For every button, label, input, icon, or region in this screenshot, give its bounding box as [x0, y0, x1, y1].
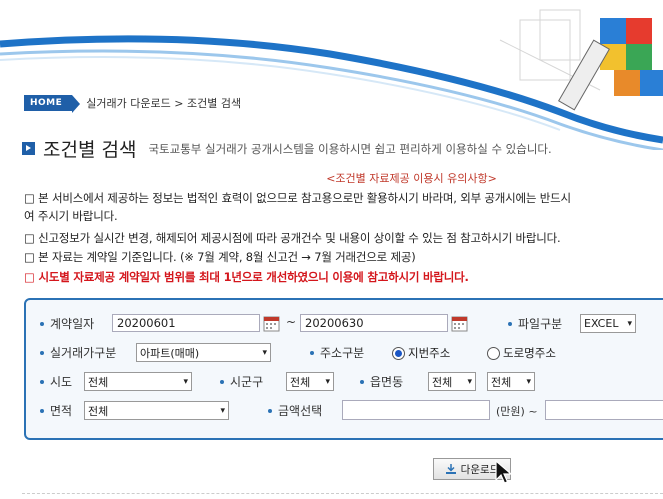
file-type-select[interactable]: EXCEL ▾: [580, 314, 636, 333]
eupmyeondong-label: 읍면동: [360, 373, 403, 390]
bullet-icon: [40, 321, 44, 326]
bullet-icon: [40, 350, 44, 355]
bullet-icon: [360, 379, 364, 384]
notice-heading: <조건별 자료제공 이용시 유의사항>: [326, 172, 497, 185]
download-label: 다운로드: [460, 463, 500, 476]
bullet-icon: [40, 379, 44, 384]
breadcrumb-path: 실거래가 다운로드 > 조건별 검색: [86, 97, 242, 110]
eupmyeondong-select[interactable]: 전체 ▾: [428, 372, 476, 391]
bullet-icon: [40, 408, 44, 413]
chevron-down-icon: ▾: [183, 376, 188, 387]
notice-line-2: 여 주시기 바랍니다.: [24, 209, 118, 223]
sigungu-select[interactable]: 전체 ▾: [286, 372, 334, 391]
area-select[interactable]: 전체 ▾: [84, 401, 229, 420]
area-label: 면적: [40, 402, 72, 419]
chevron-down-icon: ▾: [526, 376, 531, 387]
sido-label: 시도: [40, 373, 72, 390]
download-icon: [445, 464, 456, 474]
radio-checked-icon: [392, 346, 405, 360]
sigungu-label: 시군구: [220, 373, 263, 390]
chevron-down-icon: ▾: [467, 376, 472, 387]
amount-from-input[interactable]: [342, 400, 490, 420]
amount-unit: (만원) ~: [496, 405, 538, 418]
price-type-label: 실거래가구분: [40, 344, 116, 361]
file-type-label: 파일구분: [508, 315, 562, 332]
title-arrow-icon: [22, 142, 35, 155]
radio-unchecked-icon: [487, 346, 500, 360]
chevron-down-icon: ▾: [627, 318, 632, 329]
bullet-icon: [508, 321, 512, 326]
notice-line-4: □ 본 자료는 계약일 기준입니다. (※ 7월 계약, 8월 신고건 → 7월…: [24, 250, 416, 264]
cursor-arrow-icon: [495, 460, 513, 484]
title-row: 조건별 검색 국토교통부 실거래가 공개시스템을 이용하시면 쉽고 편리하게 이…: [22, 135, 552, 162]
price-type-select[interactable]: 아파트(매매) ▾: [136, 343, 271, 362]
home-link[interactable]: HOME: [24, 95, 81, 113]
radio-jibun-address[interactable]: 지번주소: [392, 345, 450, 361]
breadcrumb: HOME 실거래가 다운로드 > 조건별 검색: [24, 95, 242, 113]
address-type-label: 주소구분: [310, 344, 364, 361]
amount-to-input[interactable]: [545, 400, 663, 420]
date-to-input[interactable]: 20200630: [300, 314, 448, 332]
amount-label: 금액선택: [268, 402, 322, 419]
notice-line-5: □ 시도별 자료제공 계약일자 범위를 최대 1년으로 개선하였으니 이용에 참…: [24, 270, 469, 284]
calendar-icon[interactable]: [263, 315, 280, 332]
bullet-icon: [310, 350, 314, 355]
search-form-panel: 계약일자 20200601 ~ 20200630 파일구분 EXCEL ▾ 실거래…: [24, 298, 663, 440]
header-banner: [0, 0, 663, 150]
bottom-divider: [22, 493, 663, 494]
calendar-icon[interactable]: [451, 315, 468, 332]
chevron-down-icon: ▾: [325, 376, 330, 387]
date-from-input[interactable]: 20200601: [112, 314, 260, 332]
radio-road-address[interactable]: 도로명주소: [487, 345, 556, 361]
sido-select[interactable]: 전체 ▾: [84, 372, 192, 391]
bullet-icon: [268, 408, 272, 413]
bullet-icon: [220, 379, 224, 384]
page-subtitle: 국토교통부 실거래가 공개시스템을 이용하시면 쉽고 편리하게 이용하실 수 있…: [148, 141, 552, 156]
eupmyeondong-sub-select[interactable]: 전체 ▾: [487, 372, 535, 391]
chevron-down-icon: ▾: [220, 405, 225, 416]
chevron-down-icon: ▾: [262, 347, 267, 358]
date-separator: ~: [286, 315, 297, 329]
notice-line-3: □ 신고정보가 실시간 변경, 해제되어 제공시점에 따라 공개건수 및 내용이…: [24, 231, 561, 245]
page-title: 조건별 검색: [43, 139, 137, 161]
contract-date-label: 계약일자: [40, 315, 94, 332]
notice-line-1: □ 본 서비스에서 제공하는 정보는 법적인 효력이 없으므로 참고용으로만 활…: [24, 191, 571, 205]
